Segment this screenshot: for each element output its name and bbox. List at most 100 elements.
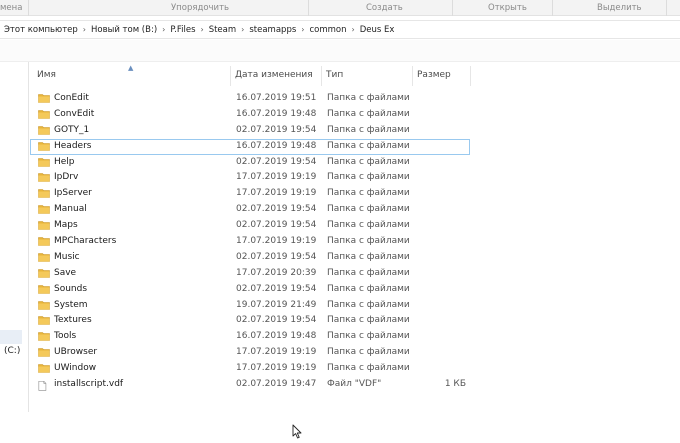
file-row[interactable]: Maps 02.07.2019 19:54 Папка с файлами — [30, 218, 480, 234]
file-date: 02.07.2019 19:54 — [236, 156, 317, 167]
folder-icon — [38, 172, 50, 183]
file-type: Папка с файлами — [327, 315, 410, 326]
file-name: GOTY_1 — [54, 124, 90, 135]
file-name: UWindow — [54, 363, 97, 374]
ribbon-separator — [552, 0, 553, 16]
file-icon — [38, 379, 50, 391]
file-name: ConEdit — [54, 93, 89, 103]
file-date: 17.07.2019 19:19 — [236, 363, 317, 374]
folder-icon — [38, 188, 50, 199]
file-row[interactable]: UWindow 17.07.2019 19:19 Папка с файлами — [30, 361, 480, 377]
file-date: 16.07.2019 19:48 — [236, 108, 317, 119]
file-row[interactable]: UBrowser 17.07.2019 19:19 Папка с файлами — [30, 345, 480, 361]
file-date: 02.07.2019 19:54 — [236, 315, 317, 326]
file-type: Папка с файлами — [327, 108, 410, 119]
file-row[interactable]: Sounds 02.07.2019 19:54 Папка с файлами — [30, 282, 480, 298]
chevron-right-icon[interactable]: › — [162, 25, 165, 34]
ribbon-group-organize: Упорядочить — [171, 3, 230, 13]
file-row[interactable]: GOTY_1 02.07.2019 19:54 Папка с файлами — [30, 123, 480, 139]
file-list: ConEdit 16.07.2019 19:51 Папка с файлами Co… — [30, 91, 480, 393]
file-type: Папка с файлами — [327, 93, 410, 103]
file-row[interactable]: Headers 16.07.2019 19:48 Папка с файлами — [30, 138, 470, 155]
file-name: Music — [54, 251, 80, 262]
file-name: Manual — [54, 204, 87, 215]
file-type: Файл "VDF" — [327, 379, 382, 390]
file-row[interactable]: MPCharacters 17.07.2019 19:19 Папка с файл… — [30, 234, 480, 250]
breadcrumb-pfiles[interactable]: P.Files › — [170, 25, 208, 35]
ribbon-separator — [452, 0, 453, 16]
file-name: UBrowser — [54, 347, 98, 358]
column-resize-handle[interactable] — [230, 66, 231, 86]
file-date: 02.07.2019 19:47 — [236, 379, 317, 390]
file-date: 17.07.2019 20:39 — [236, 267, 317, 278]
file-row[interactable]: Tools 16.07.2019 19:48 Папка с файлами — [30, 329, 480, 345]
file-name: installscript.vdf — [54, 379, 124, 390]
file-name: Textures — [54, 315, 92, 326]
file-type: Папка с файлами — [327, 124, 410, 135]
file-row[interactable]: installscript.vdf 02.07.2019 19:47 Файл "V… — [30, 377, 480, 393]
file-name: IpServer — [54, 188, 92, 199]
breadcrumb-this-pc[interactable]: Этот компьютер › — [4, 25, 91, 35]
chevron-right-icon[interactable]: › — [83, 25, 86, 34]
file-date: 02.07.2019 19:54 — [236, 220, 317, 231]
nav-item-highlight[interactable] — [0, 330, 22, 344]
ribbon-separator — [666, 0, 667, 16]
chevron-right-icon[interactable]: › — [352, 25, 355, 34]
file-date: 17.07.2019 19:19 — [236, 347, 317, 358]
column-header-size[interactable]: Размер — [417, 70, 451, 80]
file-name: Help — [54, 156, 75, 167]
file-row[interactable]: Help 02.07.2019 19:54 Папка с файлами — [30, 155, 480, 171]
file-name: Sounds — [54, 283, 88, 294]
column-resize-handle[interactable] — [470, 66, 471, 86]
breadcrumb-common[interactable]: common › — [309, 25, 359, 35]
folder-icon — [38, 109, 50, 119]
file-type: Папка с файлами — [327, 172, 410, 183]
column-header-name[interactable]: Имя — [37, 70, 56, 80]
file-date: 17.07.2019 19:19 — [236, 236, 317, 247]
file-type: Папка с файлами — [327, 236, 410, 247]
file-row[interactable]: ConvEdit 16.07.2019 19:48 Папка с файлами — [30, 107, 480, 123]
column-resize-handle[interactable] — [321, 66, 322, 86]
address-bar[interactable]: Этот компьютер › Новый том (B:) › P.Files ›… — [0, 20, 680, 39]
file-name: ConvEdit — [54, 108, 95, 119]
breadcrumb-steam[interactable]: Steam › — [209, 25, 250, 35]
file-type: Папка с файлами — [327, 363, 410, 374]
file-name: Tools — [54, 331, 77, 342]
column-header-type[interactable]: Тип — [326, 70, 343, 80]
file-date: 02.07.2019 19:54 — [236, 124, 317, 135]
file-date: 02.07.2019 19:54 — [236, 204, 317, 215]
file-date: 16.07.2019 19:48 — [236, 331, 317, 342]
folder-icon — [38, 236, 50, 246]
file-type: Папка с файлами — [327, 283, 410, 294]
file-row[interactable]: Textures 02.07.2019 19:54 Папка с файлами — [30, 313, 480, 329]
breadcrumb-volume-b[interactable]: Новый том (B:) › — [91, 25, 170, 35]
pane-divider[interactable] — [28, 62, 29, 412]
file-row[interactable]: Save 17.07.2019 20:39 Папка с файлами — [30, 266, 480, 282]
folder-icon — [38, 268, 50, 278]
sort-ascending-icon: ▲ — [128, 64, 134, 72]
chevron-right-icon[interactable]: › — [241, 25, 244, 34]
nav-item-drive-c[interactable]: (C:) — [4, 346, 20, 356]
file-type: Папка с файлами — [327, 347, 410, 358]
file-type: Папка с файлами — [327, 140, 410, 151]
file-date: 17.07.2019 19:19 — [236, 188, 317, 199]
file-date: 17.07.2019 19:19 — [236, 172, 317, 183]
breadcrumb-steamapps[interactable]: steamapps › — [249, 25, 309, 35]
folder-icon — [38, 331, 50, 342]
chevron-right-icon[interactable]: › — [201, 25, 204, 34]
file-row[interactable]: IpServer 17.07.2019 19:19 Папка с файлами — [30, 186, 480, 202]
file-name: Maps — [54, 220, 78, 231]
file-row[interactable]: ConEdit 16.07.2019 19:51 Папка с файлами — [30, 91, 480, 107]
column-resize-handle[interactable] — [412, 66, 413, 86]
folder-icon — [38, 204, 50, 215]
column-header-date[interactable]: Дата изменения — [235, 70, 313, 80]
file-date: 16.07.2019 19:48 — [236, 140, 317, 151]
breadcrumb-deus-ex[interactable]: Deus Ex — [360, 25, 395, 35]
file-row[interactable]: IpDrv 17.07.2019 19:19 Папка с файлами — [30, 170, 480, 186]
file-row[interactable]: Music 02.07.2019 19:54 Папка с файлами — [30, 250, 480, 266]
chevron-right-icon[interactable]: › — [301, 25, 304, 34]
file-type: Папка с файлами — [327, 188, 410, 199]
folder-icon — [38, 220, 50, 230]
file-row[interactable]: Manual 02.07.2019 19:54 Папка с файлами — [30, 202, 480, 218]
file-row[interactable]: System 19.07.2019 21:49 Папка с файлами — [30, 298, 480, 314]
